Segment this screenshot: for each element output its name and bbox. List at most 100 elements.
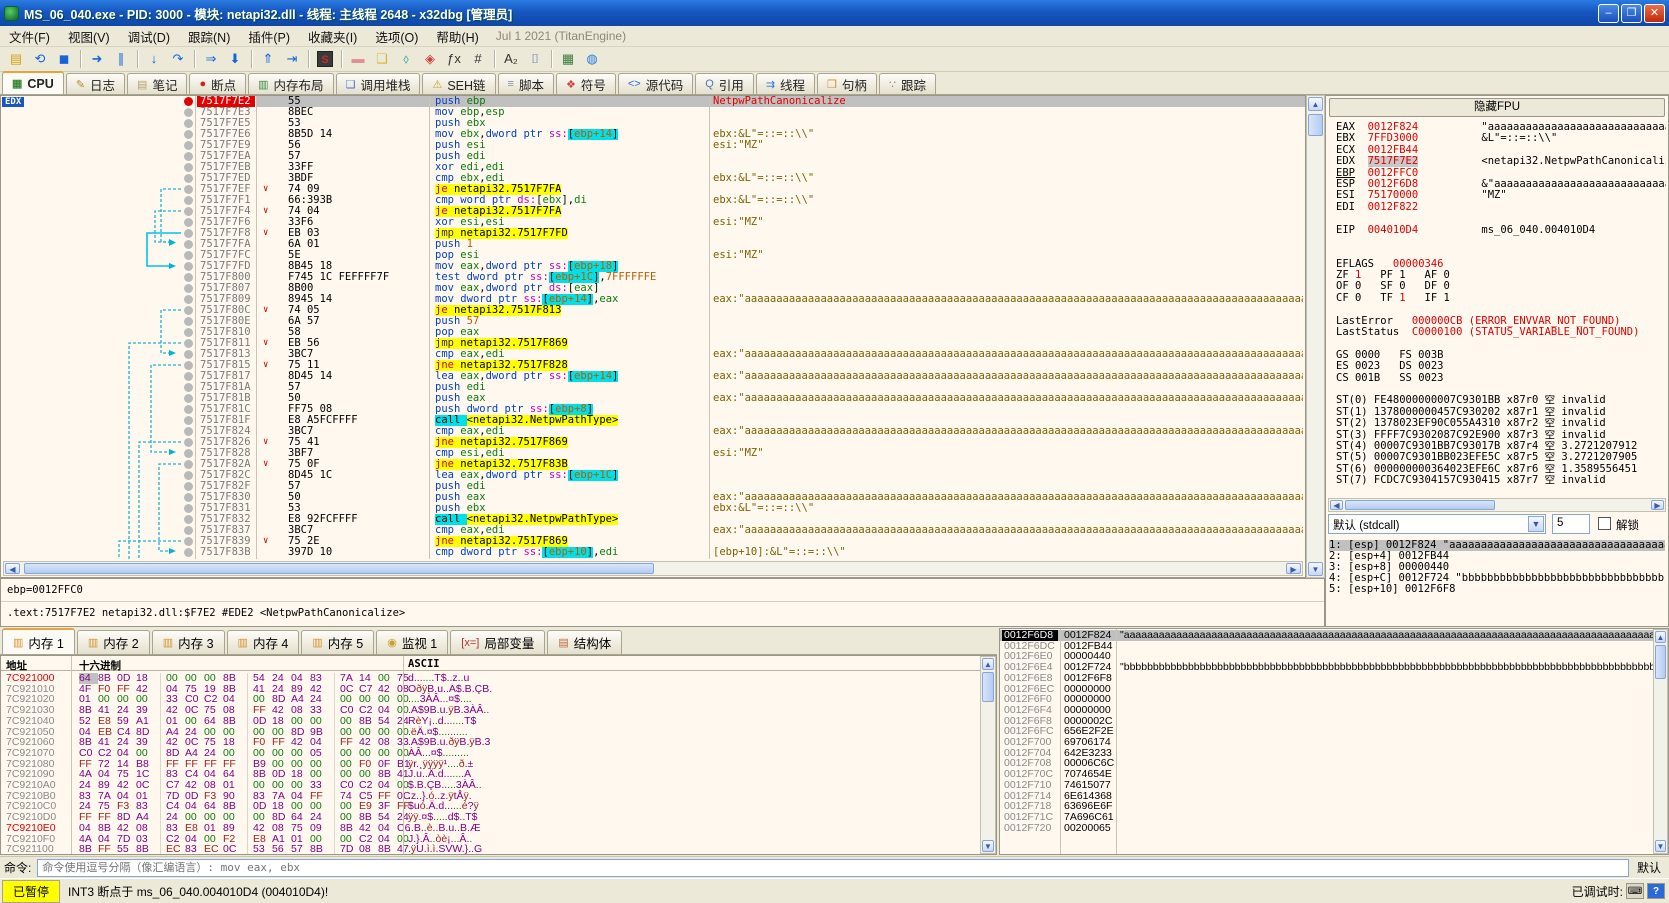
scylla-dump-icon[interactable]: ⌷ <box>524 49 546 69</box>
row-dot[interactable] <box>184 108 193 117</box>
menu-文件(F)[interactable]: 文件(F) <box>0 25 59 48</box>
row-dot[interactable] <box>184 394 193 403</box>
tab-SEH链[interactable]: ⚠ SEH链 <box>422 73 496 94</box>
tab-调用堆栈[interactable]: ❏ 调用堆栈 <box>335 73 421 94</box>
row-dot[interactable] <box>184 482 193 491</box>
argument-row[interactable]: 1: [esp] 0012F824 "aaaaaaaaaaaaaaaaaaaaa… <box>1329 540 1665 551</box>
disasm-row[interactable]: 7517F830 50 push eax eax:"aaaaaaaaaaaaaaaaa… <box>1 492 1305 503</box>
execute-till-return-icon[interactable]: ⇑ <box>257 49 279 69</box>
row-dot[interactable] <box>184 405 193 414</box>
register-line[interactable] <box>1336 247 1666 258</box>
tab-线程[interactable]: ⇉ 线程 <box>755 73 816 94</box>
registers-pane[interactable]: 隐藏FPU EAX 0012F824 "aaaaaaaaaaaaaaaaaaaa… <box>1325 95 1669 627</box>
row-dot[interactable] <box>184 416 193 425</box>
stack-row[interactable]: 0012F6F4 00000000 <box>1000 705 1655 716</box>
menu-调试(D)[interactable]: 调试(D) <box>119 25 179 48</box>
disasm-row[interactable]: 7517F82C 8D45 1C lea eax,dword ptr ss:[ebp… <box>1 470 1305 481</box>
disasm-row[interactable]: 7517F7E5 53 push ebx <box>1 118 1305 129</box>
row-dot[interactable] <box>184 427 193 436</box>
disasm-row[interactable]: 7517F7EB 33FF xor edi,edi <box>1 162 1305 173</box>
row-dot[interactable] <box>184 284 193 293</box>
menu-视图(V)[interactable]: 视图(V) <box>59 25 119 48</box>
tab-内存 2[interactable]: ▥ 内存 2 <box>76 630 150 654</box>
row-dot[interactable] <box>184 471 193 480</box>
stack-row[interactable]: 0012F71C 7A696C61 <box>1000 812 1655 823</box>
register-line[interactable]: ST(1) 1378000000457C930202 x87r1 空 inval… <box>1336 407 1666 418</box>
row-dot[interactable] <box>184 163 193 172</box>
help-icon[interactable]: ? <box>1647 883 1665 899</box>
row-dot[interactable] <box>184 262 193 271</box>
register-line[interactable]: ST(3) FFFF7C9302087C92E900 x87r3 空 inval… <box>1336 430 1666 441</box>
disasm-row[interactable]: 7517F81B 50 push eax eax:"aaaaaaaaaaaaaaaaa… <box>1 393 1305 404</box>
disasm-row[interactable]: 7517F80E 6A 57 push 57 <box>1 316 1305 327</box>
register-line[interactable]: OF 0 SF 0 DF 0 <box>1336 281 1666 292</box>
row-dot[interactable] <box>184 460 193 469</box>
tab-内存 4[interactable]: ▥ 内存 4 <box>226 630 300 654</box>
internet-icon[interactable]: ◍ <box>581 49 603 69</box>
tab-笔记[interactable]: ▤ 笔记 <box>127 73 188 94</box>
disasm-row[interactable]: 7517F800 F745 1C FEFFFF7F test dword ptr s… <box>1 272 1305 283</box>
disasm-row[interactable]: 7517F815 ∨ 75 11 jne netapi32.7517F828 <box>1 360 1305 371</box>
memory-dump-pane[interactable]: 地址 十六进制 ASCII 7C921000 64 8B 0D 18 00 00 00 8B 54… <box>0 655 997 855</box>
row-dot[interactable] <box>184 515 193 524</box>
disasm-row[interactable]: 7517F81A 57 push edi <box>1 382 1305 393</box>
disasm-row[interactable]: 7517F813 3BC7 cmp eax,edi eax:"aaaaaaaaaaaa… <box>1 349 1305 360</box>
disasm-row[interactable]: 7517F7E6 8B5D 14 mov ebx,dword ptr ss:[ebp… <box>1 129 1305 140</box>
register-line[interactable]: ST(0) FE48000000007C9301BB x87r0 空 inval… <box>1336 395 1666 406</box>
strings-icon[interactable]: A₂ <box>500 49 522 69</box>
dump-vscrollbar[interactable]: ▲ ▼ <box>980 656 996 854</box>
row-dot[interactable] <box>184 185 193 194</box>
disassembly-vscrollbar[interactable]: ▲ ▼ <box>1306 95 1325 578</box>
row-dot[interactable] <box>184 196 193 205</box>
registers-hscrollbar[interactable]: ◀ ▶ <box>1328 498 1666 512</box>
disasm-row[interactable]: 7517F839 ∨ 75 2E jne netapi32.7517F869 <box>1 536 1305 547</box>
tab-引用[interactable]: Q 引用 <box>695 73 754 94</box>
row-dot[interactable] <box>184 438 193 447</box>
register-line[interactable] <box>1336 304 1666 315</box>
register-line[interactable]: LastError 000000CB (ERROR_ENVVAR_NOT_FOU… <box>1336 316 1666 327</box>
row-dot[interactable] <box>184 526 193 535</box>
register-line[interactable]: ZF 1 PF 1 AF 0 <box>1336 270 1666 281</box>
row-dot[interactable] <box>184 295 193 304</box>
disasm-row[interactable]: 7517F828 3BF7 cmp esi,edi esi:"MZ" <box>1 448 1305 459</box>
argument-row[interactable]: 3: [esp+8] 00000440 <box>1329 562 1665 573</box>
tab-内存布局[interactable]: ▥ 内存布局 <box>248 73 334 94</box>
tab-符号[interactable]: ❖ 符号 <box>555 73 616 94</box>
step-over-icon[interactable]: ↷ <box>167 49 189 69</box>
disasm-row[interactable]: 7517F7FC 5E pop esi esi:"MZ" <box>1 250 1305 261</box>
row-dot[interactable] <box>184 174 193 183</box>
tab-源代码[interactable]: <> 源代码 <box>617 73 694 94</box>
register-line[interactable]: CS 001B SS 0023 <box>1336 372 1666 384</box>
stack-row[interactable]: 0012F6E8 0012F6F8 <box>1000 673 1655 684</box>
disasm-row[interactable]: 7517F7F6 33F6 xor esi,esi esi:"MZ" <box>1 217 1305 228</box>
register-line[interactable]: GS 0000 FS 003B <box>1336 350 1666 361</box>
disasm-row[interactable]: 7517F7FD 8B45 18 mov eax,dword ptr ss:[ebp… <box>1 261 1305 272</box>
register-line[interactable]: EBX 7FFD3000 &L"=::=::\\" <box>1336 133 1666 144</box>
disassembly-hscrollbar[interactable]: ◀ ▶ <box>3 561 1303 576</box>
stack-row[interactable]: 0012F720 00200065 <box>1000 822 1655 834</box>
register-line[interactable]: ESP 0012F6D8 &"aaaaaaaaaaaaaaaaaaaaaaaaa… <box>1336 178 1666 191</box>
register-line[interactable]: ECX 0012FB44 <box>1336 145 1666 156</box>
disasm-row[interactable]: 7517F7FA 6A 01 push 1 <box>1 239 1305 250</box>
disasm-row[interactable]: 7517F80C ∨ 74 05 je netapi32.7517F813 <box>1 305 1305 316</box>
scylla-icon[interactable]: S <box>314 49 336 69</box>
row-dot[interactable] <box>184 504 193 513</box>
register-line[interactable]: EFLAGS 00000346 <box>1336 259 1666 270</box>
tab-日志[interactable]: ✎ 日志 <box>65 73 126 94</box>
register-line[interactable] <box>1336 338 1666 349</box>
argument-row[interactable]: 5: [esp+10] 0012F6F8 <box>1329 584 1665 595</box>
disasm-row[interactable]: 7517F7E9 56 push esi esi:"MZ" <box>1 140 1305 151</box>
disasm-row[interactable]: 7517F7F4 ∨ 74 04 je netapi32.7517F7FA <box>1 206 1305 217</box>
row-dot[interactable] <box>184 207 193 216</box>
run-icon[interactable]: ➜ <box>86 49 108 69</box>
functions-icon[interactable]: ƒx <box>443 49 465 69</box>
tab-CPU[interactable]: ▦ CPU <box>2 71 64 94</box>
run-to-cursor-icon[interactable]: ⇒ <box>200 49 222 69</box>
disasm-row[interactable]: 7517F817 8D45 14 lea eax,dword ptr ss:[ebp… <box>1 371 1305 382</box>
register-line[interactable]: ES 0023 DS 0023 <box>1336 361 1666 372</box>
disasm-row[interactable]: 7517F81C FF75 08 push dword ptr ss:[ebp+8] <box>1 404 1305 415</box>
register-line[interactable]: ST(4) 00007C9301BB7C93017B x87r4 空 3.272… <box>1336 441 1666 452</box>
register-line[interactable]: EIP 004010D4 ms_06_040.004010D4 <box>1336 225 1666 236</box>
disasm-row[interactable]: 7517F810 58 pop eax <box>1 327 1305 338</box>
tab-脚本[interactable]: ≡ 脚本 <box>497 73 554 94</box>
